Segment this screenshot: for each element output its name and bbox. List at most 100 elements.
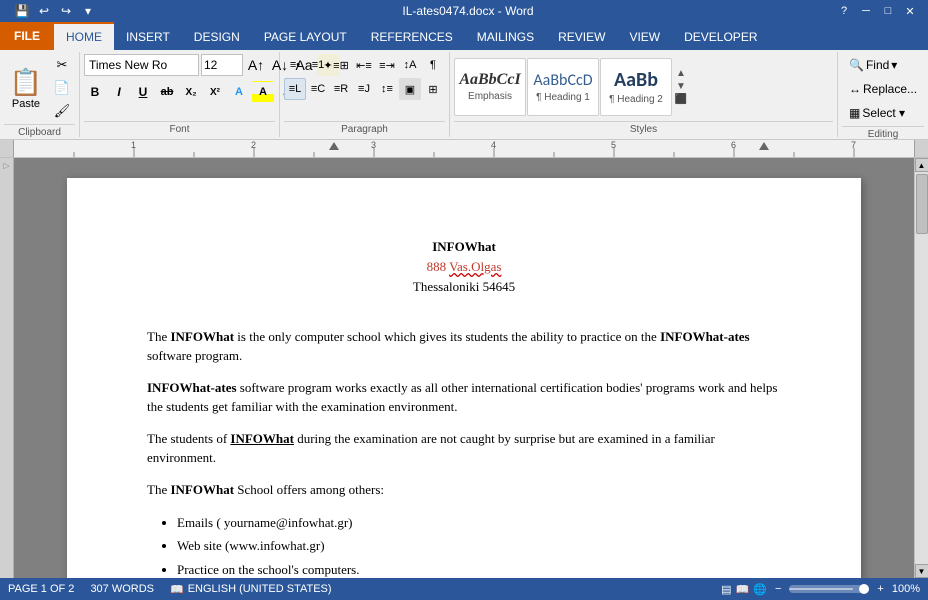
scroll-up-button[interactable]: ▲	[915, 158, 928, 172]
minimize-button[interactable]: ─	[856, 4, 876, 18]
styles-content: AaBbCcI Emphasis AaBbCcD ¶ Heading 1 AaB…	[454, 54, 833, 119]
address-line1: INFOWhat	[147, 238, 781, 256]
style-heading2-label: ¶ Heading 2	[609, 94, 663, 105]
close-button[interactable]: ✕	[900, 4, 920, 18]
find-button[interactable]: 🔍 Find ▾	[842, 54, 904, 76]
tab-mailings[interactable]: MAILINGS	[465, 22, 546, 50]
line-spacing-button[interactable]: ↕≡	[376, 78, 398, 100]
undo-button[interactable]: ↩	[34, 2, 54, 20]
text-highlight-button[interactable]: A	[252, 81, 274, 103]
paste-button[interactable]: 📋 Paste	[4, 64, 48, 113]
italic-button[interactable]: I	[108, 81, 130, 103]
window-controls: ? ─ □ ✕	[834, 4, 920, 18]
increase-font-button[interactable]: A↑	[245, 54, 267, 76]
word-count: 307 WORDS	[90, 583, 154, 595]
cut-button[interactable]: ✂	[50, 54, 74, 76]
align-left-button[interactable]: ≡L	[284, 78, 306, 100]
paragraph-label: Paragraph	[284, 121, 445, 135]
restore-button[interactable]: □	[878, 4, 898, 18]
tab-review[interactable]: REVIEW	[546, 22, 617, 50]
clipboard-buttons: 📋 Paste ✂ 📄 🖌	[4, 54, 75, 122]
strikethrough-button[interactable]: ab	[156, 81, 178, 103]
paste-label: Paste	[12, 98, 40, 110]
style-emphasis[interactable]: AaBbCcI Emphasis	[454, 58, 526, 116]
tab-view[interactable]: VIEW	[617, 22, 672, 50]
style-heading2[interactable]: AaBb ¶ Heading 2	[600, 58, 672, 116]
status-bar: PAGE 1 OF 2 307 WORDS 📖 ENGLISH (UNITED …	[0, 578, 928, 600]
style-heading1[interactable]: AaBbCcD ¶ Heading 1	[527, 58, 599, 116]
numbering-button[interactable]: ≡1	[307, 54, 329, 76]
redo-button[interactable]: ↪	[56, 2, 76, 20]
superscript-button[interactable]: X²	[204, 81, 226, 103]
text-effects-button[interactable]: A	[228, 81, 250, 103]
increase-indent-button[interactable]: ≡⇥	[376, 54, 398, 76]
tab-developer[interactable]: DEVELOPER	[672, 22, 769, 50]
copy-button[interactable]: 📄	[50, 77, 74, 99]
shading-button[interactable]: ▣	[399, 78, 421, 100]
scroll-down-button[interactable]: ▼	[915, 564, 928, 578]
tab-file[interactable]: FILE	[0, 22, 54, 50]
align-center-button[interactable]: ≡C	[307, 78, 329, 100]
infowhat-school-ref: INFOWhat	[170, 482, 234, 497]
tab-page-layout[interactable]: PAGE LAYOUT	[252, 22, 359, 50]
zoom-slider[interactable]	[789, 585, 869, 593]
borders-button[interactable]: ⊞	[422, 78, 444, 100]
format-painter-button[interactable]: 🖌	[50, 100, 74, 122]
ruler-right-margin	[914, 140, 928, 157]
svg-text:3: 3	[371, 140, 376, 150]
font-label: Font	[84, 121, 275, 135]
qa-dropdown-button[interactable]: ▾	[78, 2, 98, 20]
infowhat-ref2: INFOWhat	[230, 431, 294, 446]
language-label: ENGLISH (UNITED STATES)	[188, 583, 332, 595]
align-right-button[interactable]: ≡R	[330, 78, 352, 100]
font-controls: A↑ A↓ Aa ✦ B I U ab X₂ X² A A A	[84, 54, 275, 119]
show-formatting-button[interactable]: ¶	[422, 54, 444, 76]
ruler: 1 2 3 4 5 6 7	[0, 140, 928, 158]
tab-design[interactable]: DESIGN	[182, 22, 252, 50]
school-offers-list: Emails ( yourname@infowhat.gr) Web site …	[177, 511, 781, 578]
status-left: PAGE 1 OF 2 307 WORDS 📖 ENGLISH (UNITED …	[8, 583, 332, 596]
justify-button[interactable]: ≡J	[353, 78, 375, 100]
select-button[interactable]: ▦ Select ▾	[842, 102, 912, 124]
tab-references[interactable]: REFERENCES	[359, 22, 465, 50]
bold-button[interactable]: B	[84, 81, 106, 103]
paragraph-group: ≡• ≡1 ≡⊞ ⇤≡ ≡⇥ ↕A ¶ ≡L ≡C ≡R ≡J ↕≡ ▣ ⊞ P…	[280, 52, 450, 137]
find-label: Find	[866, 58, 889, 72]
subscript-button[interactable]: X₂	[180, 81, 202, 103]
replace-button[interactable]: ↔ Replace...	[842, 78, 924, 100]
address-line2: 888 Vas.Olgas	[147, 258, 781, 276]
ruler-svg: 1 2 3 4 5 6 7	[14, 140, 914, 157]
styles-label: Styles	[454, 121, 833, 135]
document-scroll[interactable]: INFOWhat 888 Vas.Olgas Thessaloniki 5464…	[14, 158, 914, 578]
scroll-thumb[interactable]	[916, 174, 928, 234]
tab-insert[interactable]: INSERT	[114, 22, 182, 50]
styles-scroll[interactable]: ▲ ▼ ⬛	[673, 58, 689, 116]
help-button[interactable]: ?	[834, 4, 854, 18]
left-margin-bar: ◁	[0, 158, 14, 578]
bullets-button[interactable]: ≡•	[284, 54, 306, 76]
decrease-indent-button[interactable]: ⇤≡	[353, 54, 375, 76]
binoculars-icon: 🔍	[849, 58, 864, 72]
font-size-input[interactable]	[201, 54, 243, 76]
clipboard-secondary: ✂ 📄 🖌	[50, 54, 74, 122]
body-paragraph2: INFOWhat-ates software program works exa…	[147, 378, 781, 417]
book-icon: 📖	[170, 583, 184, 596]
paragraph-row2: ≡L ≡C ≡R ≡J ↕≡ ▣ ⊞	[284, 78, 444, 100]
vertical-scrollbar[interactable]: ▲ ▼	[914, 158, 928, 578]
sort-button[interactable]: ↕A	[399, 54, 421, 76]
multilevel-list-button[interactable]: ≡⊞	[330, 54, 352, 76]
zoom-minus-button[interactable]: −	[775, 583, 781, 595]
read-mode-icon[interactable]: 📖	[736, 583, 750, 596]
styles-group: AaBbCcI Emphasis AaBbCcD ¶ Heading 1 AaB…	[450, 52, 838, 137]
print-layout-icon[interactable]: ▤	[721, 583, 731, 596]
underline-button[interactable]: U	[132, 81, 154, 103]
zoom-plus-button[interactable]: +	[877, 583, 883, 595]
save-button[interactable]: 💾	[12, 2, 32, 20]
tab-home[interactable]: HOME	[54, 22, 114, 50]
document-area: ◁ INFOWhat 888 Vas.Olgas Thessaloniki 54…	[0, 158, 928, 578]
infowhat-ref1: INFOWhat	[170, 329, 234, 344]
font-name-input[interactable]	[84, 54, 199, 76]
style-heading1-label: ¶ Heading 1	[536, 92, 590, 103]
style-heading1-preview: AaBbCcD	[533, 71, 592, 90]
web-layout-icon[interactable]: 🌐	[753, 583, 767, 596]
